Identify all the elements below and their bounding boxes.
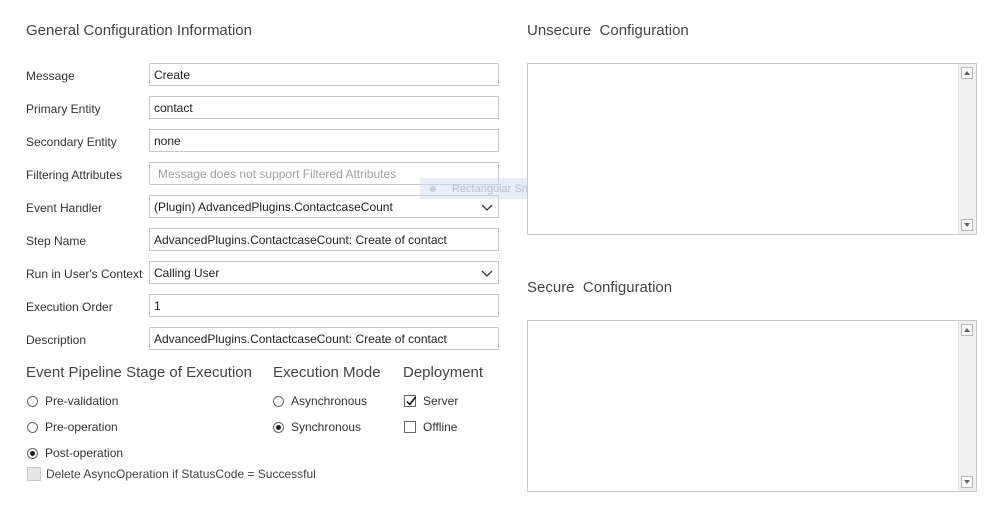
radio-post-operation[interactable]: Post-operation — [27, 446, 123, 460]
vertical-scrollbar[interactable] — [958, 64, 976, 234]
snip-dot-icon — [430, 185, 436, 192]
checkbox-label: Server — [423, 394, 459, 408]
primary-entity-value: contact — [154, 100, 193, 115]
step-name-label: Step Name — [26, 234, 87, 248]
secondary-entity-field[interactable]: none — [149, 129, 499, 152]
message-label: Message — [26, 69, 75, 83]
description-field[interactable]: AdvancedPlugins.ContactcaseCount: Create… — [149, 327, 499, 350]
snip-label: Rectangular Snip — [452, 182, 537, 195]
description-label: Description — [26, 333, 87, 347]
chevron-down-icon[interactable] — [480, 266, 494, 280]
checkbox-server[interactable]: Server — [404, 394, 458, 408]
primary-entity-field[interactable]: contact — [149, 96, 499, 119]
vertical-scrollbar[interactable] — [958, 321, 976, 491]
radio-label: Pre-validation — [45, 394, 119, 408]
unsecure-config-title: Unsecure Configuration — [527, 22, 689, 39]
radio-button-selected[interactable] — [273, 421, 284, 433]
event-handler-label: Event Handler — [26, 201, 103, 215]
primary-entity-label: Primary Entity — [26, 102, 101, 116]
radio-button[interactable] — [27, 421, 38, 433]
radio-label: Pre-operation — [45, 420, 118, 434]
scroll-down-icon[interactable] — [961, 219, 973, 231]
pipeline-stage-title: Event Pipeline Stage of Execution — [26, 364, 252, 381]
message-field[interactable]: Create — [149, 63, 499, 86]
checkbox-checked[interactable] — [404, 395, 417, 407]
radio-label: Synchronous — [291, 420, 362, 434]
scroll-up-icon[interactable] — [961, 67, 973, 79]
step-name-field[interactable]: AdvancedPlugins.ContactcaseCount: Create… — [149, 228, 499, 251]
secure-config-textarea[interactable] — [527, 320, 977, 492]
radio-label: Post-operation — [45, 446, 124, 460]
run-context-select[interactable]: Calling User — [149, 261, 499, 284]
step-name-value: AdvancedPlugins.ContactcaseCount: Create… — [154, 232, 447, 247]
unsecure-config-textarea[interactable] — [527, 63, 977, 235]
radio-button[interactable] — [27, 395, 38, 407]
secondary-entity-value: none — [154, 133, 181, 148]
secure-config-title: Secure Configuration — [527, 279, 673, 296]
radio-asynchronous[interactable]: Asynchronous — [273, 394, 367, 408]
execution-order-label: Execution Order — [26, 300, 113, 314]
deployment-title: Deployment — [403, 364, 484, 381]
event-handler-value: (Plugin) AdvancedPlugins.ContactcaseCoun… — [154, 199, 393, 214]
delete-async-label: Delete AsyncOperation if StatusCode = Su… — [46, 467, 316, 481]
radio-button[interactable] — [273, 395, 284, 407]
chevron-down-icon[interactable] — [480, 200, 494, 214]
description-value: AdvancedPlugins.ContactcaseCount: Create… — [154, 331, 447, 346]
radio-pre-operation[interactable]: Pre-operation — [27, 420, 118, 434]
radio-pre-validation[interactable]: Pre-validation — [27, 394, 118, 408]
execution-order-field[interactable]: 1 — [149, 294, 499, 317]
execution-order-value: 1 — [154, 298, 161, 313]
checkbox-unchecked[interactable] — [404, 421, 416, 433]
radio-label: Asynchronous — [291, 394, 368, 408]
checkbox-label: Offline — [423, 420, 458, 434]
run-context-label: Run in User's Context — [26, 267, 143, 281]
execution-mode-title: Execution Mode — [273, 364, 381, 381]
scroll-down-icon[interactable] — [961, 476, 973, 488]
secondary-entity-label: Secondary Entity — [26, 135, 117, 149]
general-config-title: General Configuration Information — [26, 22, 252, 39]
checkbox-offline[interactable]: Offline — [404, 420, 457, 434]
radio-synchronous[interactable]: Synchronous — [273, 420, 361, 434]
message-value: Create — [154, 67, 191, 82]
checkbox-disabled[interactable] — [27, 467, 41, 481]
delete-async-checkbox[interactable]: Delete AsyncOperation if StatusCode = Su… — [27, 467, 316, 481]
radio-button-selected[interactable] — [27, 447, 38, 459]
run-context-value: Calling User — [154, 265, 220, 280]
checkmark-icon — [406, 396, 417, 406]
scroll-up-icon[interactable] — [961, 324, 973, 336]
filtering-attributes-label: Filtering Attributes — [26, 168, 123, 182]
